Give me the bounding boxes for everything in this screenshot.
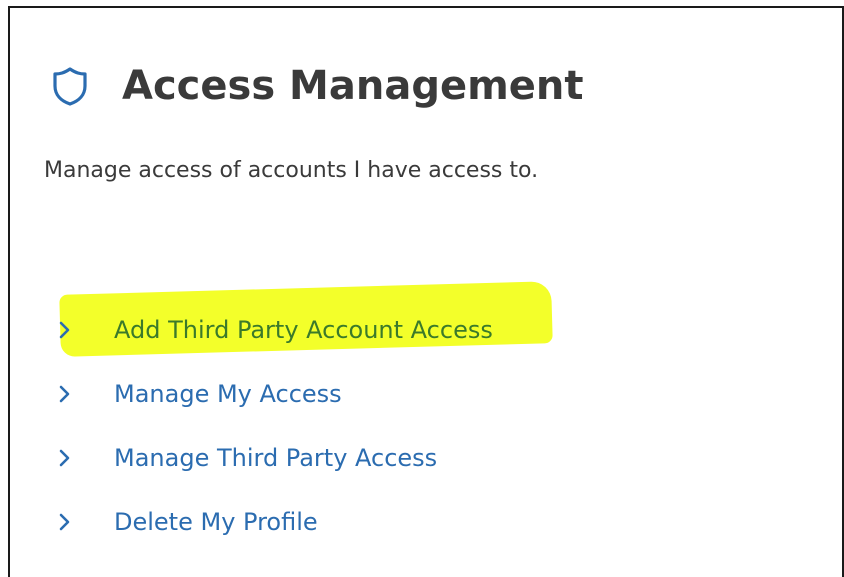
access-links-list: Add Third Party Account Access Manage My… [58,298,493,554]
chevron-right-icon [58,513,72,531]
link-label: Delete My Profile [114,508,318,536]
delete-my-profile-link[interactable]: Delete My Profile [58,490,493,554]
content-panel: Access Management Manage access of accou… [8,6,844,577]
chevron-right-icon [58,449,72,467]
page-header: Access Management [52,66,583,106]
link-label: Manage Third Party Access [114,444,438,472]
shield-icon [52,66,88,106]
page-subtitle: Manage access of accounts I have access … [44,158,539,183]
add-third-party-account-access-link[interactable]: Add Third Party Account Access [58,298,493,362]
manage-my-access-link[interactable]: Manage My Access [58,362,493,426]
link-label: Manage My Access [114,380,342,408]
manage-third-party-access-link[interactable]: Manage Third Party Access [58,426,493,490]
chevron-right-icon [58,385,72,403]
chevron-right-icon [58,321,72,339]
link-label: Add Third Party Account Access [114,316,493,344]
page-title: Access Management [122,63,584,109]
